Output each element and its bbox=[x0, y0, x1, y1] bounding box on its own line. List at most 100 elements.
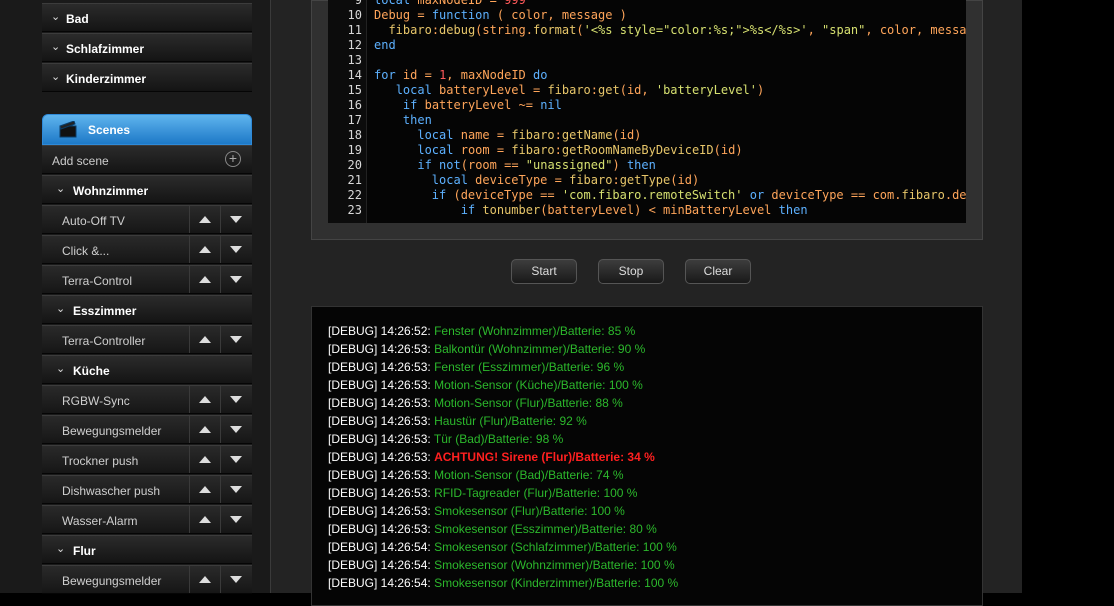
move-up-icon[interactable] bbox=[189, 326, 220, 353]
reorder-arrows bbox=[189, 566, 252, 593]
line-number-gutter: 9 10 11 12 13 14 15 16 17 18 19 20 21 22 23 bbox=[328, 0, 367, 223]
move-up-icon[interactable] bbox=[189, 446, 220, 473]
move-down-icon[interactable] bbox=[220, 386, 251, 413]
move-up-icon[interactable] bbox=[189, 476, 220, 503]
debug-prefix: [DEBUG] 14:26:53: bbox=[328, 360, 431, 374]
scene-row[interactable]: Terra-Control bbox=[42, 265, 252, 294]
scene-row[interactable]: RGBW-Sync bbox=[42, 385, 252, 414]
move-down-icon[interactable] bbox=[220, 266, 251, 293]
move-up-icon[interactable] bbox=[189, 416, 220, 443]
room-row-kinderzimmer[interactable]: ⌄ Kinderzimmer bbox=[42, 63, 252, 92]
scene-row[interactable]: Click &... bbox=[42, 235, 252, 264]
move-up-icon[interactable] bbox=[189, 386, 220, 413]
code-line: for id = 1, maxNodeID do bbox=[374, 68, 548, 82]
chevron-down-icon: ⌄ bbox=[51, 41, 61, 53]
reorder-arrows bbox=[189, 206, 252, 233]
debug-line: [DEBUG] 14:26:53: Smokesensor (Flur)/Bat… bbox=[328, 504, 625, 518]
debug-line: [DEBUG] 14:26:53: Haustür (Flur)/Batteri… bbox=[328, 414, 587, 428]
scene-group-row[interactable]: ⌄ Flur bbox=[42, 535, 252, 564]
move-up-icon[interactable] bbox=[189, 236, 220, 263]
move-down-icon[interactable] bbox=[220, 446, 251, 473]
scene-label: Bewegungsmelder bbox=[62, 424, 162, 438]
reorder-arrows bbox=[189, 386, 252, 413]
debug-warning: ACHTUNG! Sirene (Flur)/Batterie: 34 % bbox=[434, 450, 655, 464]
scene-group-row[interactable]: ⌄ Küche bbox=[42, 355, 252, 384]
stop-button[interactable]: Stop bbox=[598, 259, 664, 284]
debug-prefix: [DEBUG] 14:26:53: bbox=[328, 504, 431, 518]
line-number: 16 bbox=[347, 98, 362, 112]
scene-group-row[interactable]: ⌄ Esszimmer bbox=[42, 295, 252, 324]
debug-message: Fenster (Esszimmer)/Batterie: 96 % bbox=[434, 360, 625, 374]
move-down-icon[interactable] bbox=[220, 416, 251, 443]
reorder-arrows bbox=[189, 416, 252, 443]
debug-message: Tür (Bad)/Batterie: 98 % bbox=[433, 432, 564, 446]
debug-message: Balkontür (Wohnzimmer)/Batterie: 90 % bbox=[434, 342, 646, 356]
reorder-arrows bbox=[189, 506, 252, 533]
scene-row[interactable]: Bewegungsmelder bbox=[42, 565, 252, 594]
move-up-icon[interactable] bbox=[189, 206, 220, 233]
debug-prefix: [DEBUG] 14:26:53: bbox=[328, 432, 431, 446]
debug-line: [DEBUG] 14:26:53: Tür (Bad)/Batterie: 98… bbox=[328, 432, 563, 446]
scenes-header-label: Scenes bbox=[88, 123, 131, 137]
debug-prefix: [DEBUG] 14:26:52: bbox=[328, 324, 431, 338]
add-scene-row[interactable]: Add scene + bbox=[42, 145, 252, 174]
debug-message: Smokesensor (Kinderzimmer)/Batterie: 100… bbox=[434, 576, 679, 590]
debug-message: Smokesensor (Esszimmer)/Batterie: 80 % bbox=[434, 522, 657, 536]
move-up-icon[interactable] bbox=[189, 566, 220, 593]
debug-prefix: [DEBUG] 14:26:53: bbox=[328, 414, 431, 428]
start-button[interactable]: Start bbox=[511, 259, 577, 284]
code-line: Debug = function ( color, message ) bbox=[374, 8, 627, 22]
scene-group-label: Wohnzimmer bbox=[73, 184, 149, 198]
scene-group-row[interactable]: ⌄ Wohnzimmer bbox=[42, 175, 252, 204]
room-row-bad[interactable]: ⌄ Bad bbox=[42, 3, 252, 32]
chevron-down-icon: ⌄ bbox=[56, 303, 66, 315]
code-line: if (deviceType == 'com.fibaro.remoteSwit… bbox=[431, 188, 966, 202]
chevron-down-icon: ⌄ bbox=[56, 543, 66, 555]
debug-console: [DEBUG] 14:26:52: Fenster (Wohnzimmer)/B… bbox=[311, 306, 983, 606]
reorder-arrows bbox=[189, 476, 252, 503]
scenes-header[interactable]: Scenes bbox=[42, 114, 252, 145]
code-line: if batteryLevel ~= nil bbox=[402, 98, 562, 112]
debug-prefix: [DEBUG] 14:26:53: bbox=[328, 342, 431, 356]
line-number: 9 bbox=[354, 0, 362, 7]
debug-prefix: [DEBUG] 14:26:53: bbox=[328, 468, 431, 482]
plus-icon[interactable]: + bbox=[225, 151, 241, 167]
move-down-icon[interactable] bbox=[220, 326, 251, 353]
code-editor[interactable]: 9 10 11 12 13 14 15 16 17 18 19 20 21 22 23 local maxN… bbox=[328, 0, 966, 223]
scene-row[interactable]: Bewegungsmelder bbox=[42, 415, 252, 444]
reorder-arrows bbox=[189, 446, 252, 473]
move-down-icon[interactable] bbox=[220, 236, 251, 263]
room-label: Schlafzimmer bbox=[66, 42, 145, 56]
move-down-icon[interactable] bbox=[220, 476, 251, 503]
debug-message: Smokesensor (Flur)/Batterie: 100 % bbox=[434, 504, 625, 518]
debug-line: [DEBUG] 14:26:53: ACHTUNG! Sirene (Flur)… bbox=[328, 450, 655, 464]
line-number: 12 bbox=[347, 38, 362, 52]
scene-row[interactable]: Auto-Off TV bbox=[42, 205, 252, 234]
move-down-icon[interactable] bbox=[220, 506, 251, 533]
scene-label: Wasser-Alarm bbox=[62, 514, 138, 528]
debug-line: [DEBUG] 14:26:54: Smokesensor (Schlafzim… bbox=[328, 540, 677, 554]
debug-message: Motion-Sensor (Bad)/Batterie: 74 % bbox=[434, 468, 624, 482]
move-up-icon[interactable] bbox=[189, 506, 220, 533]
move-down-icon[interactable] bbox=[220, 566, 251, 593]
chevron-down-icon: ⌄ bbox=[56, 363, 66, 375]
debug-message: Smokesensor (Schlafzimmer)/Batterie: 100… bbox=[434, 540, 677, 554]
move-up-icon[interactable] bbox=[189, 266, 220, 293]
scene-row[interactable]: Trockner push bbox=[42, 445, 252, 474]
reorder-arrows bbox=[189, 266, 252, 293]
room-label: Kinderzimmer bbox=[66, 72, 147, 86]
debug-line: [DEBUG] 14:26:53: RFID-Tagreader (Flur)/… bbox=[328, 486, 637, 500]
scene-row[interactable]: Dishwascher push bbox=[42, 475, 252, 504]
clear-button[interactable]: Clear bbox=[685, 259, 751, 284]
debug-prefix: [DEBUG] 14:26:53: bbox=[328, 378, 431, 392]
debug-line: [DEBUG] 14:26:54: Smokesensor (Kinderzim… bbox=[328, 576, 678, 590]
debug-line: [DEBUG] 14:26:53: Balkontür (Wohnzimmer)… bbox=[328, 342, 645, 356]
room-row-schlafzimmer[interactable]: ⌄ Schlafzimmer bbox=[42, 33, 252, 62]
debug-message: Fenster (Wohnzimmer)/Batterie: 85 % bbox=[434, 324, 636, 338]
scene-label: RGBW-Sync bbox=[62, 394, 130, 408]
scene-row[interactable]: Wasser-Alarm bbox=[42, 505, 252, 534]
move-down-icon[interactable] bbox=[220, 206, 251, 233]
scene-row[interactable]: Terra-Controller bbox=[42, 325, 252, 354]
debug-prefix: [DEBUG] 14:26:54: bbox=[328, 558, 431, 572]
code-line: local maxNodeID = 999 bbox=[374, 0, 526, 7]
